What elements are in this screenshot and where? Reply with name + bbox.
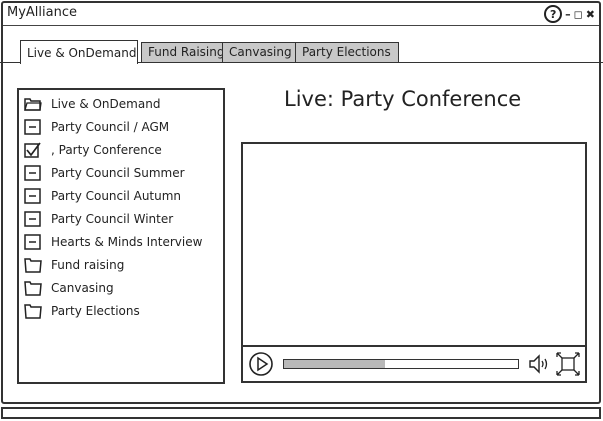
window-controls: ? – ◻ ✖ <box>544 5 595 23</box>
tree-item-hearts-minds-interview[interactable]: Hearts & Minds Interview <box>24 233 202 251</box>
tree-item-label: Party Council Summer <box>51 166 185 180</box>
status-bar <box>1 407 601 419</box>
help-icon[interactable]: ? <box>544 5 563 23</box>
tree-item-label: Live & OnDemand <box>51 97 161 111</box>
tree-item-party-elections[interactable]: Party Elections <box>24 302 140 320</box>
tree-item-party-council-autumn[interactable]: Party Council Autumn <box>24 187 181 205</box>
folder-open-icon <box>24 98 42 111</box>
folder-icon <box>24 258 42 273</box>
tree-item-label: Canvasing <box>51 281 114 295</box>
window-title: MyAlliance <box>7 5 77 20</box>
collapse-icon <box>24 234 41 250</box>
checkbox-checked-icon <box>24 142 41 158</box>
fullscreen-icon[interactable] <box>556 352 580 376</box>
tree-item-label: Party Council / AGM <box>51 120 170 134</box>
tree-item-party-council-agm[interactable]: Party Council / AGM <box>24 118 169 136</box>
tree-item-label: Fund raising <box>51 258 125 272</box>
tree-item-party-council-winter[interactable]: Party Council Winter <box>24 210 173 228</box>
tree-item-label: , Party Conference <box>51 143 162 157</box>
player-controls <box>243 345 585 381</box>
tab-canvasing[interactable]: Canvasing <box>222 42 298 62</box>
video-player[interactable] <box>241 142 587 383</box>
collapse-icon <box>24 165 41 181</box>
tree-item-live-ondemand[interactable]: Live & OnDemand <box>24 95 160 113</box>
collapse-icon <box>24 188 41 204</box>
tab-fund-raising[interactable]: Fund Raising <box>141 42 225 62</box>
tree-item-canvasing[interactable]: Canvasing <box>24 279 114 297</box>
title-bar: MyAlliance ? – ◻ ✖ <box>3 3 599 26</box>
collapse-icon <box>24 119 41 135</box>
tree-item-party-council-summer[interactable]: Party Council Summer <box>24 164 185 182</box>
navigation-tree: Live & OnDemand Party Council / AGM , Pa… <box>17 88 225 384</box>
collapse-icon <box>24 211 41 227</box>
minimize-icon[interactable]: – <box>565 8 571 21</box>
tab-live-ondemand[interactable]: Live & OnDemand <box>20 40 138 64</box>
play-icon[interactable] <box>249 352 273 376</box>
folder-icon <box>24 304 42 319</box>
tree-item-party-conference[interactable]: , Party Conference <box>24 141 162 159</box>
tree-item-fund-raising[interactable]: Fund raising <box>24 256 124 274</box>
maximize-icon[interactable]: ◻ <box>574 8 583 21</box>
progress-fill <box>284 360 385 368</box>
close-icon[interactable]: ✖ <box>586 8 595 21</box>
progress-bar[interactable] <box>283 359 519 369</box>
folder-icon <box>24 281 42 296</box>
tab-party-elections[interactable]: Party Elections <box>295 42 399 62</box>
tree-item-label: Party Council Winter <box>51 212 174 226</box>
page-title: Live: Party Conference <box>284 87 522 111</box>
tree-item-label: Party Elections <box>51 304 140 318</box>
tree-item-label: Party Council Autumn <box>51 189 182 203</box>
volume-icon[interactable] <box>528 352 552 376</box>
tree-item-label: Hearts & Minds Interview <box>51 235 203 249</box>
